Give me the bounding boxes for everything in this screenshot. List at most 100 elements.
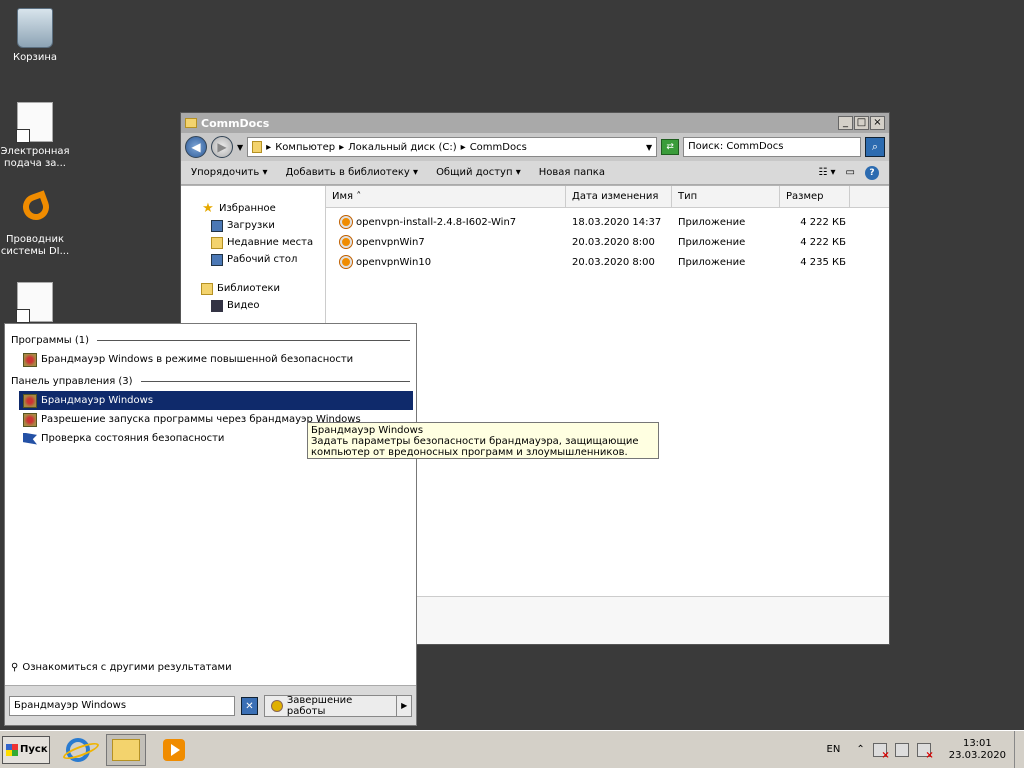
network-icon[interactable] [894, 742, 909, 757]
column-header-size[interactable]: Размер [780, 186, 850, 207]
programs-group-header[interactable]: Программы (1) [11, 335, 89, 346]
result-windows-firewall[interactable]: Брандмауэр Windows [19, 391, 413, 410]
desktop-icon-recycle-bin[interactable]: Корзина [0, 8, 70, 64]
refresh-button[interactable]: ⇄ [661, 139, 680, 155]
column-header-date[interactable]: Дата изменения [566, 186, 672, 207]
add-to-library-menu[interactable]: Добавить в библиотеку ▾ [285, 167, 418, 178]
show-desktop-button[interactable] [1014, 730, 1024, 768]
shutdown-options-arrow[interactable]: ▶ [397, 696, 411, 716]
column-header-name[interactable]: Имя ˄ [326, 186, 566, 207]
file-size: 4 222 КБ [800, 216, 846, 228]
breadcrumb-local-disk[interactable]: Локальный диск (C:) [348, 142, 457, 153]
organize-menu[interactable]: Упорядочить ▾ [191, 167, 267, 178]
nav-downloads[interactable]: Загрузки [201, 217, 325, 234]
search-icon[interactable]: ⌕ [865, 137, 885, 157]
nav-video[interactable]: Видео [201, 297, 325, 314]
desktop-icon-label: Корзина [12, 52, 58, 63]
clock-date: 23.03.2020 [948, 749, 1006, 761]
breadcrumb-separator[interactable]: ▸ [266, 142, 271, 153]
video-icon [211, 299, 223, 312]
breadcrumb-commdocs[interactable]: CommDocs [470, 142, 527, 153]
folder-icon [252, 141, 263, 153]
nav-favorites[interactable]: ★ Избранное [201, 200, 325, 217]
taskbar: Пуск EN ⌃ 13:01 23.03.2020 [0, 730, 1024, 768]
preview-pane-icon[interactable]: ▭ [846, 167, 855, 178]
file-name: openvpnWin10 [356, 256, 432, 268]
breadcrumb-computer[interactable]: Компьютер [275, 142, 335, 153]
desktop-icon-di-explorer[interactable]: Проводник системы DI... [0, 190, 70, 258]
firewall-icon [23, 352, 37, 367]
file-date: 20.03.2020 8:00 [572, 256, 655, 268]
folder-icon [112, 738, 140, 761]
file-row[interactable]: openvpnWin10 20.03.2020 8:00 Приложение … [326, 252, 889, 272]
clock[interactable]: 13:01 23.03.2020 [949, 738, 1006, 762]
desktop-icon [211, 253, 223, 266]
nav-recent[interactable]: Недавние места [201, 234, 325, 251]
openvpn-icon [339, 255, 353, 269]
language-indicator[interactable]: EN [827, 744, 841, 755]
desktop-icon-document[interactable] [0, 282, 70, 326]
nav-desktop[interactable]: Рабочий стол [201, 251, 325, 268]
taskbar-media-player[interactable] [154, 734, 194, 766]
openvpn-icon [339, 235, 353, 249]
window-titlebar[interactable]: CommDocs _ □ × [181, 113, 889, 133]
clock-time: 13:01 [962, 737, 992, 749]
file-date: 18.03.2020 14:37 [572, 216, 662, 228]
maximize-button[interactable]: □ [854, 116, 869, 130]
tooltip: Брандмауэр Windows Задать параметры безо… [307, 422, 659, 459]
file-type: Приложение [678, 256, 746, 268]
breadcrumb-separator[interactable]: ▸ [461, 142, 466, 153]
action-center-icon[interactable] [872, 742, 890, 761]
search-icon: ⚲ [11, 662, 19, 673]
window-title: CommDocs [201, 116, 270, 130]
shutdown-button[interactable]: Завершение работы [265, 695, 398, 717]
shutdown-group: Завершение работы ▶ [264, 694, 412, 717]
shortcut-document-icon [16, 102, 53, 143]
help-icon[interactable]: ? [865, 165, 879, 180]
minimize-button[interactable]: _ [838, 116, 853, 130]
shortcut-document-icon [16, 282, 53, 323]
see-more-results-link[interactable]: ⚲ Ознакомиться с другими результатами [11, 662, 232, 673]
breadcrumb-separator[interactable]: ▸ [339, 142, 344, 153]
show-hidden-icons-button[interactable]: ⌃ [856, 744, 864, 755]
address-bar[interactable]: ▸ Компьютер ▸ Локальный диск (C:) ▸ Comm… [247, 137, 658, 157]
tooltip-text: Задать параметры безопасности брандмауэр… [311, 436, 639, 458]
file-size: 4 222 КБ [800, 236, 846, 248]
downloads-icon [211, 219, 223, 232]
back-button[interactable]: ◀ [185, 136, 207, 158]
file-row[interactable]: openvpn-install-2.4.8-I602-Win7 18.03.20… [326, 212, 889, 232]
recent-pages-arrow-icon[interactable]: ▼ [237, 143, 243, 152]
control-panel-group-header[interactable]: Панель управления (3) [11, 376, 133, 387]
forward-button[interactable]: ▶ [211, 136, 233, 158]
tooltip-title: Брандмауэр Windows [311, 425, 424, 436]
shield-icon [271, 699, 283, 712]
nav-libraries[interactable]: Библиотеки [201, 280, 325, 297]
desktop-icon-e-filing[interactable]: Электронная подача за... [0, 102, 70, 170]
result-firewall-advanced[interactable]: Брандмауэр Windows в режиме повышенной б… [5, 350, 416, 369]
taskbar-explorer[interactable] [106, 733, 146, 766]
start-button[interactable]: Пуск [2, 735, 50, 764]
close-button[interactable]: × [870, 116, 885, 130]
recycle-bin-icon [17, 8, 53, 48]
view-options-icon[interactable]: ☷ ▾ [818, 167, 835, 178]
taskbar-internet-explorer[interactable] [58, 734, 98, 766]
openvpn-icon [339, 215, 353, 229]
file-name: openvpn-install-2.4.8-I602-Win7 [356, 216, 517, 228]
desktop-icon-label: Проводник системы DI... [0, 234, 70, 257]
file-row[interactable]: openvpnWin7 20.03.2020 8:00 Приложение 4… [326, 232, 889, 252]
internet-explorer-icon [66, 737, 90, 762]
column-header-type[interactable]: Тип [672, 186, 780, 207]
address-dropdown-icon[interactable]: ▼ [646, 143, 652, 152]
new-folder-button[interactable]: Новая папка [539, 167, 605, 178]
file-date: 20.03.2020 8:00 [572, 236, 655, 248]
file-type: Приложение [678, 236, 746, 248]
share-menu[interactable]: Общий доступ ▾ [436, 167, 521, 178]
start-search-input[interactable]: Брандмауэр Windows [9, 695, 235, 716]
clear-search-button[interactable]: ✕ [240, 696, 259, 715]
file-size: 4 235 КБ [800, 256, 846, 268]
file-name: openvpnWin7 [356, 236, 425, 248]
desktop-icon-label: Электронная подача за... [0, 146, 70, 169]
windows-logo-icon [6, 743, 18, 756]
volume-icon[interactable] [916, 742, 934, 761]
search-input[interactable]: Поиск: CommDocs [683, 137, 861, 157]
